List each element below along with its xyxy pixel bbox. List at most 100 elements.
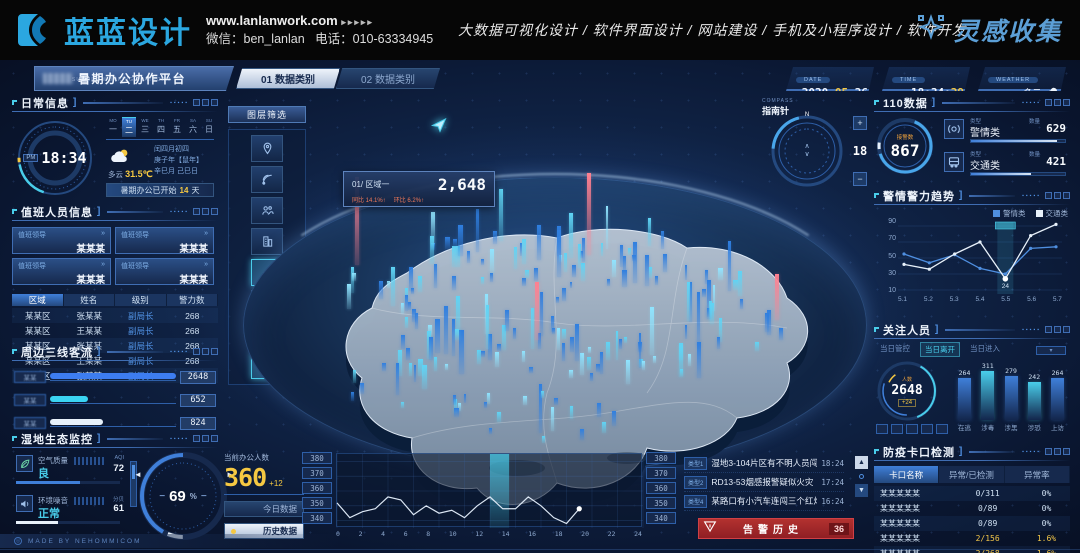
map-bar: [513, 328, 516, 339]
masked-text: [43, 73, 73, 84]
map-bar: [477, 350, 480, 364]
map-bar: [444, 306, 448, 354]
eco-gauge-value: 69: [169, 488, 186, 505]
zoom-in-button[interactable]: +: [853, 116, 867, 130]
map-bar: [534, 268, 538, 281]
alert-history-banner[interactable]: 告警历史 36: [698, 518, 854, 539]
map-bar: [718, 268, 722, 280]
map-bar: [493, 231, 497, 244]
y-tick: 360: [646, 482, 676, 494]
alert-item[interactable]: 类型4 某路口有小汽车连闯三个红灯 16:24: [684, 492, 844, 511]
panel-controls[interactable]: [1045, 192, 1070, 199]
y-axis-right: 380370360350340: [646, 452, 676, 524]
panel-focus-persons: 关注人员]▪▪▪▪▪ 当日管控当日离开当日进入 ▾ 人数 2648 +24 26…: [874, 322, 1070, 441]
map-bar: [522, 278, 526, 286]
alert-item[interactable]: 类型2 RD13-53烟感报警疑似火灾 17:24: [684, 473, 844, 492]
panel-daily-info: 日常信息]▪▪▪▪▪ PM 18:34 MO一 TU二 WE三 TH四 FR五: [12, 95, 218, 201]
compass-ring[interactable]: N ∧∨: [770, 114, 844, 188]
screenshot-root: 蓝蓝设计 www.lanlanwork.com ▸▸▸▸▸ 微信：ben_lan…: [0, 0, 1080, 553]
map-bar: [597, 403, 601, 417]
duty-col-header: 警力数: [167, 294, 219, 306]
bus-icon: [944, 152, 964, 172]
lunar-line: 辛巳月 己巳日: [154, 167, 203, 178]
duty-card-label: 值班领导: [18, 230, 46, 240]
map-bar: [653, 356, 656, 362]
panel-controls[interactable]: [193, 348, 218, 355]
alert-text: 某路口有小汽车连闯三个红灯: [711, 495, 817, 507]
map-bar: [710, 303, 714, 324]
tab-data-category[interactable]: 02 数据类别: [336, 68, 440, 89]
focus-icon-row[interactable]: [876, 424, 948, 434]
map-bar: [360, 383, 364, 394]
legend-item[interactable]: 警情类: [993, 208, 1026, 219]
checkpoint-col-header: 异常/已检测: [939, 466, 1004, 483]
panel-controls[interactable]: [1045, 448, 1070, 455]
weather-label: WEATHER: [988, 77, 1038, 83]
panel-controls[interactable]: [1045, 99, 1070, 106]
alert-text: RD13-53烟感报警疑似火灾: [711, 476, 817, 488]
map-bar: [564, 253, 567, 273]
panel-controls[interactable]: [193, 435, 218, 442]
map-bar: [495, 352, 499, 367]
panel-title: 值班人员信息: [21, 204, 93, 220]
collect-label: 灵感收集: [954, 12, 1062, 48]
panel-controls[interactable]: [1045, 326, 1070, 333]
map-bar: [581, 263, 585, 281]
map-bar: [588, 347, 591, 353]
scroll-up-button[interactable]: ▲: [855, 456, 868, 469]
office-count-label: 当前办公人数: [224, 452, 304, 463]
x-tick: 5.5: [1001, 296, 1010, 303]
map-bar: [481, 277, 485, 284]
gauge-left-arrow[interactable]: ◄: [134, 470, 142, 479]
tab-data-category[interactable]: 01 数据类别: [236, 68, 340, 89]
map-bar: [435, 319, 439, 353]
map-bar: [445, 237, 449, 249]
map-bar: [679, 343, 683, 378]
map-bar: [434, 357, 437, 371]
checkpoint-col-header: 卡口名称: [874, 466, 939, 483]
clock-time: 18:34: [41, 149, 86, 167]
eco-slider-left[interactable]: [130, 461, 137, 507]
scroll-indicator: [859, 474, 864, 479]
focus-range-dropdown[interactable]: ▾: [1036, 346, 1066, 355]
panel-controls[interactable]: [193, 208, 218, 215]
focus-tab[interactable]: 当日离开: [920, 342, 960, 357]
cloud-sun-icon: [110, 147, 132, 169]
y-tick: 350: [302, 497, 332, 509]
website-link[interactable]: www.lanlanwork.com: [206, 13, 338, 28]
week-day: SA六: [186, 117, 200, 137]
y-tick: 340: [302, 512, 332, 524]
map-bar: [562, 329, 566, 339]
map-bar: [445, 364, 448, 370]
table-row: 某某某某某 0/311 0%: [874, 486, 1070, 501]
map-bar: [531, 308, 534, 350]
map-bar: [505, 310, 509, 331]
alert-item[interactable]: 类型1 湿地3-104片区有不明人员闯入 18:24: [684, 454, 844, 473]
focus-tab[interactable]: 当日进入: [966, 342, 1004, 357]
y-tick: 360: [302, 482, 332, 494]
legend-item[interactable]: 交通类: [1036, 208, 1069, 219]
map-bar: [347, 284, 351, 309]
110-category-name: 警情类: [970, 124, 1000, 139]
map-bar: [453, 395, 456, 405]
focus-tab[interactable]: 当日管控: [876, 342, 914, 357]
inspiration-collect[interactable]: 灵感收集: [916, 12, 1062, 48]
made-by-text: MADE BY NEHOMMICOM: [28, 538, 142, 545]
map-bar: [622, 270, 626, 288]
map-bar: [489, 428, 492, 434]
map-bar: [687, 282, 691, 321]
lunar-line: 庚子年【鼠年】: [154, 156, 203, 167]
weather-display: WEATHER 多云: [978, 67, 1066, 91]
today-data-button[interactable]: 今日数据: [224, 501, 304, 517]
scroll-down-button[interactable]: ▼: [855, 484, 868, 497]
y-tick: 70: [880, 235, 896, 242]
focus-bar: 311涉毒: [979, 362, 996, 432]
map-bar: [537, 225, 541, 260]
map-bar: [514, 247, 517, 269]
time-label: TIME: [892, 77, 925, 83]
zoom-out-button[interactable]: −: [853, 172, 867, 186]
map-tooltip: 01/ 区域一 2,648 同比 14.1%↑ 环比 6.2%↑: [343, 171, 495, 207]
map-bar: [542, 436, 545, 443]
map-bar: [523, 396, 527, 405]
panel-controls[interactable]: [193, 99, 218, 106]
